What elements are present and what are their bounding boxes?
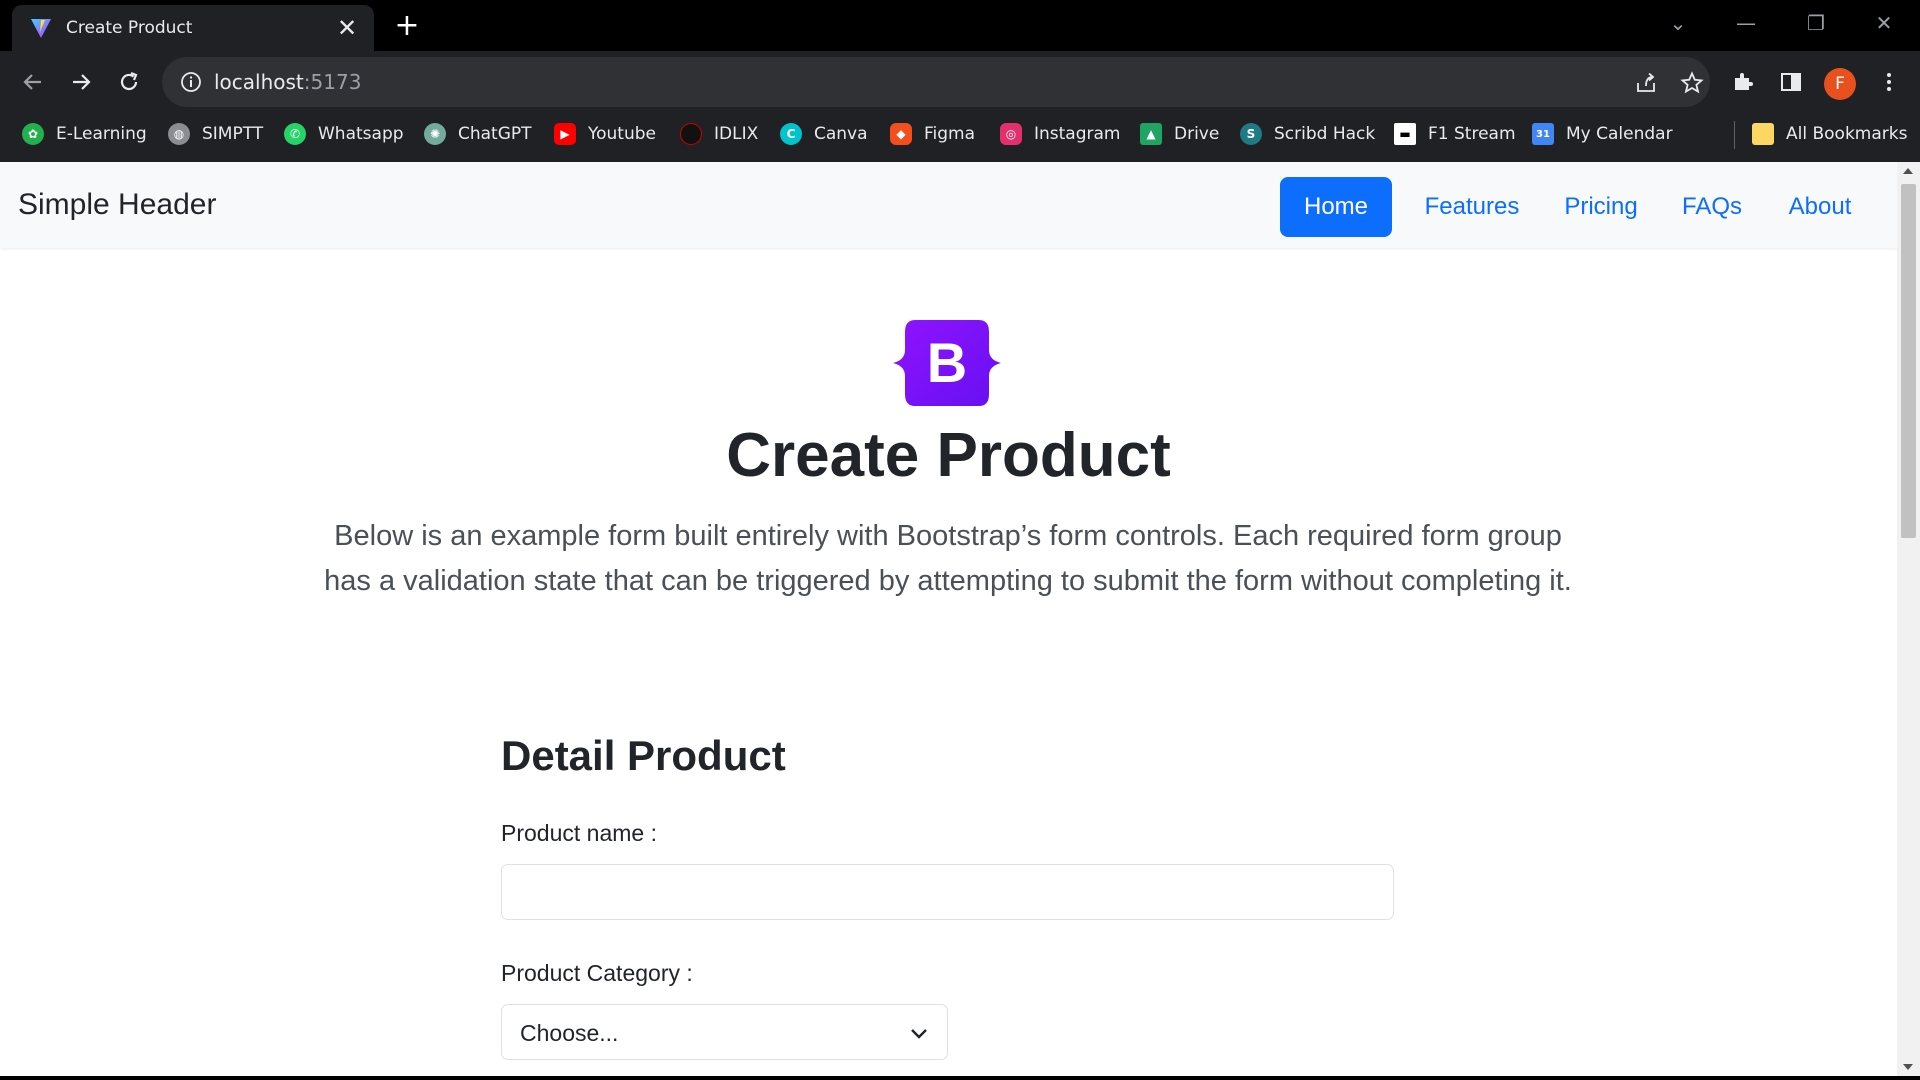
extensions-icon[interactable] — [1728, 67, 1758, 97]
nav-link-faqs[interactable]: FAQs — [1672, 177, 1752, 237]
canva-icon: C — [780, 123, 802, 145]
site-navbar: Simple Header Home Features Pricing FAQs… — [0, 162, 1897, 248]
browser-toolbar: localhost:5173 F — [0, 51, 1920, 113]
f1-icon: ▬ — [1394, 123, 1416, 145]
bookmark-canva[interactable]: C Canva — [780, 113, 868, 155]
product-category-label: Product Category : — [501, 960, 693, 986]
browser-tab-active[interactable]: Create Product ✕ — [12, 5, 374, 51]
vite-icon — [28, 15, 54, 41]
product-category-selected: Choose... — [520, 1020, 619, 1046]
product-name-label: Product name : — [501, 820, 657, 846]
page-title: Create Product — [726, 421, 1171, 490]
site-info-icon[interactable] — [178, 69, 204, 95]
section-title-detail-product: Detail Product — [501, 732, 786, 779]
bookmarks-bar: ✿ E-Learning ◍ SIMPTT ✆ Whatsapp ✺ ChatGPT ▶… — [0, 113, 1920, 162]
bookmark-scribd[interactable]: S Scribd Hack — [1240, 113, 1375, 155]
navbar-brand[interactable]: Simple Header — [18, 162, 216, 248]
tab-close-icon[interactable]: ✕ — [334, 15, 360, 41]
product-category-select[interactable]: Choose... — [501, 1004, 948, 1060]
restore-icon[interactable]: ❐ — [1796, 8, 1836, 38]
product-name-input[interactable] — [501, 864, 1394, 920]
folder-icon — [1752, 123, 1774, 145]
idlix-icon — [680, 123, 702, 145]
youtube-icon: ▶ — [554, 123, 576, 145]
bookmark-instagram[interactable]: ◎ Instagram — [1000, 113, 1121, 155]
forward-icon[interactable] — [62, 63, 100, 101]
chevron-down-icon — [909, 1023, 929, 1043]
page-scrollbar[interactable] — [1897, 162, 1920, 1076]
bookmark-chatgpt[interactable]: ✺ ChatGPT — [424, 113, 532, 155]
figma-icon: ◆ — [890, 123, 912, 145]
bookmark-figma[interactable]: ◆ Figma — [890, 113, 975, 155]
share-icon[interactable] — [1632, 69, 1660, 97]
browser-tabstrip: Create Product ✕ + ⌄ — ❐ ✕ — [0, 0, 1920, 51]
bookmark-drive[interactable]: ▲ Drive — [1140, 113, 1219, 155]
address-url[interactable]: localhost:5173 — [214, 57, 361, 107]
bookmark-my-calendar[interactable]: 31 My Calendar — [1532, 113, 1673, 155]
whatsapp-icon: ✆ — [284, 123, 306, 145]
nav-link-about[interactable]: About — [1774, 177, 1866, 237]
nav-link-features[interactable]: Features — [1416, 177, 1528, 237]
drive-icon: ▲ — [1140, 123, 1162, 145]
bookmark-simptt[interactable]: ◍ SIMPTT — [168, 113, 263, 155]
reload-icon[interactable] — [110, 63, 148, 101]
tab-title: Create Product — [66, 18, 193, 38]
nav-link-home[interactable]: Home — [1280, 177, 1392, 237]
instagram-icon: ◎ — [1000, 123, 1022, 145]
chatgpt-icon: ✺ — [424, 123, 446, 145]
page-viewport: Simple Header Home Features Pricing FAQs… — [0, 162, 1920, 1076]
globe-icon: ◍ — [168, 123, 190, 145]
bookmark-idlix[interactable]: IDLIX — [680, 113, 758, 155]
bookmark-star-icon[interactable] — [1678, 69, 1706, 97]
all-bookmarks[interactable]: All Bookmarks — [1752, 113, 1907, 155]
bookmark-whatsapp[interactable]: ✆ Whatsapp — [284, 113, 404, 155]
scroll-down-icon[interactable] — [1903, 1064, 1913, 1070]
new-tab-button[interactable]: + — [390, 10, 424, 44]
svg-text:B: B — [927, 331, 967, 394]
side-panel-icon[interactable] — [1776, 67, 1806, 97]
back-icon[interactable] — [14, 63, 52, 101]
scroll-thumb[interactable] — [1901, 184, 1916, 538]
calendar-icon: 31 — [1532, 123, 1554, 145]
bootstrap-logo-icon: B — [893, 320, 1001, 406]
profile-avatar[interactable]: F — [1824, 68, 1856, 100]
window-close-icon[interactable]: ✕ — [1864, 8, 1904, 38]
page-lead: Below is an example form built entirely … — [324, 520, 1572, 597]
nav-link-pricing[interactable]: Pricing — [1552, 177, 1650, 237]
bookmark-elearning[interactable]: ✿ E-Learning — [22, 113, 147, 155]
menu-kebab-icon[interactable] — [1874, 67, 1904, 97]
bookmarks-separator — [1734, 121, 1735, 149]
elearning-icon: ✿ — [22, 123, 44, 145]
bookmark-youtube[interactable]: ▶ Youtube — [554, 113, 656, 155]
bookmark-f1-stream[interactable]: ▬ F1 Stream — [1394, 113, 1516, 155]
tab-search-icon[interactable]: ⌄ — [1658, 8, 1698, 38]
address-bar[interactable]: localhost:5173 — [162, 57, 1710, 107]
scribd-icon: S — [1240, 123, 1262, 145]
minimize-icon[interactable]: — — [1726, 8, 1766, 38]
scroll-up-icon[interactable] — [1903, 168, 1913, 174]
